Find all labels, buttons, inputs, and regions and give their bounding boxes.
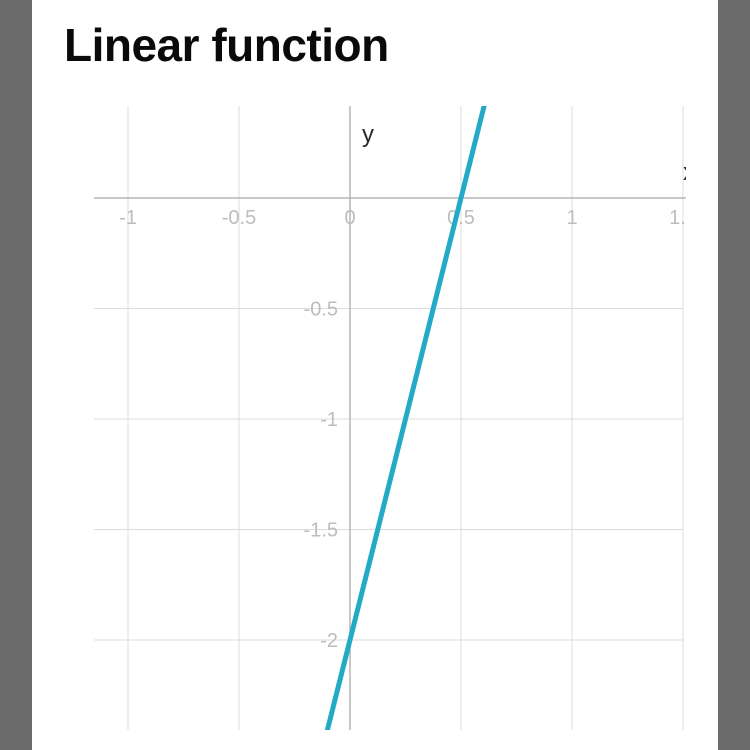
svg-text:-1.5: -1.5	[304, 520, 338, 542]
svg-text:1: 1	[566, 207, 577, 229]
y-axis-label: y	[362, 121, 374, 148]
svg-text:-0.5: -0.5	[222, 207, 256, 229]
svg-text:-1: -1	[119, 207, 137, 229]
chart-svg: -1 -0.5 0 0.5 1 1.5 -0.5 -1 -1.5 -2 x y	[64, 106, 686, 730]
svg-text:-2: -2	[320, 630, 338, 652]
data-line	[128, 106, 683, 730]
page-title: Linear function	[64, 18, 389, 72]
svg-text:0.5: 0.5	[447, 207, 475, 229]
svg-text:-0.5: -0.5	[304, 299, 338, 321]
page-card: Linear function -1 -0.5 0 0.5 1 1.5 -0.5 -1 -1.5…	[32, 0, 718, 750]
svg-text:-1: -1	[320, 409, 338, 431]
chart-area: -1 -0.5 0 0.5 1 1.5 -0.5 -1 -1.5 -2 x y	[64, 106, 686, 730]
svg-text:0: 0	[344, 207, 355, 229]
x-axis-label: x	[683, 159, 686, 186]
svg-text:1.5: 1.5	[669, 207, 686, 229]
